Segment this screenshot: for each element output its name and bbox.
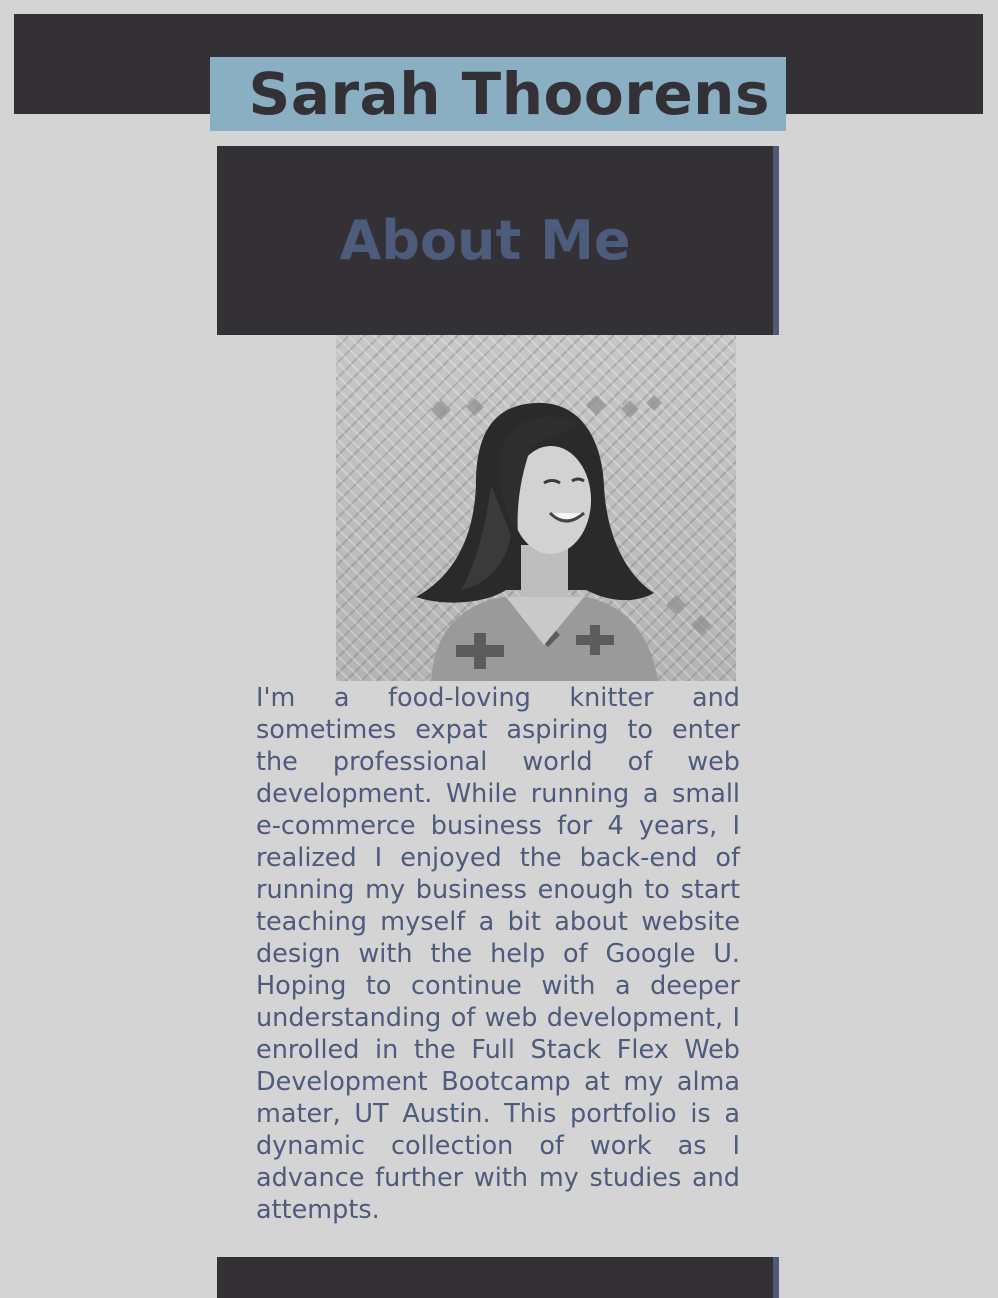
about-heading-box: About Me xyxy=(217,146,779,335)
profile-photo xyxy=(336,335,736,681)
site-title: Sarah Thoorens xyxy=(248,60,770,128)
name-banner: Sarah Thoorens xyxy=(210,57,786,131)
portfolio-page: Sarah Thoorens About Me I'm a food-lovin… xyxy=(0,0,998,1298)
about-heading: About Me xyxy=(339,209,631,272)
bio-text: I'm a food-loving knitter and sometimes … xyxy=(256,683,740,1225)
next-section-box xyxy=(217,1257,779,1298)
